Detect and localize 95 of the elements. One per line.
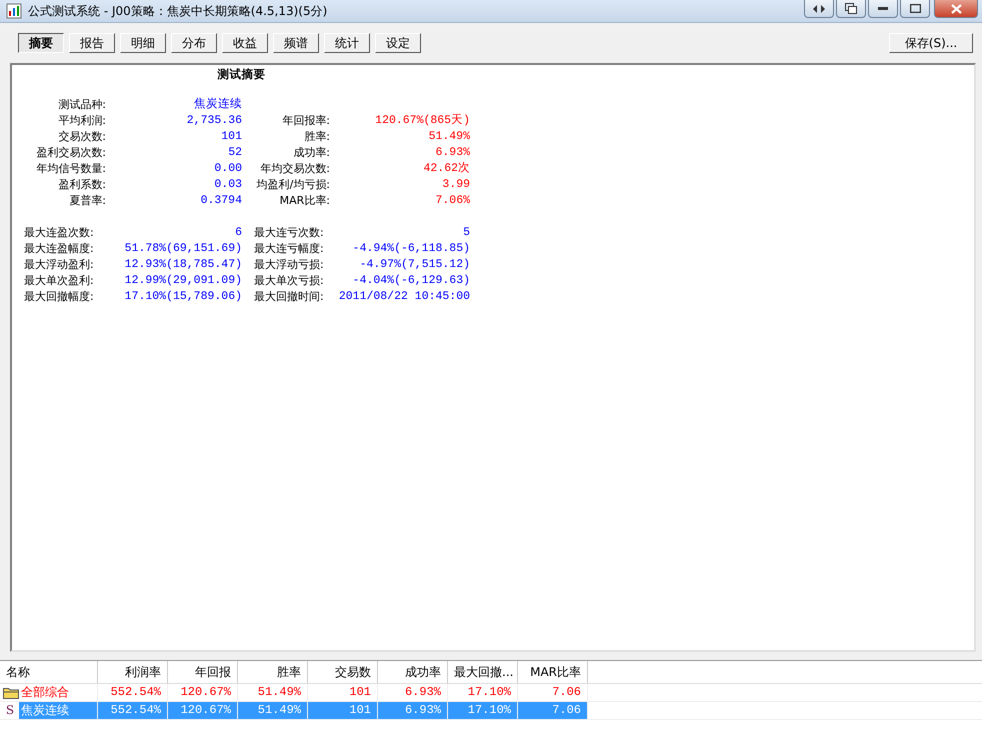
tab[interactable]: 报告 — [69, 33, 115, 53]
stat-value: 12.99%(29,091.09) — [124, 273, 242, 289]
maximize-button[interactable] — [900, 0, 930, 18]
column-header[interactable]: 最大回撤... — [448, 661, 518, 683]
stat-label: 年回报率: — [281, 113, 330, 129]
close-button[interactable] — [934, 0, 978, 18]
column-header[interactable]: 交易数 — [308, 661, 378, 683]
stat-label: MAR比率: — [278, 193, 330, 209]
stat-label: 最大浮动盈利: — [24, 257, 95, 273]
table-cell: 552.54% — [110, 685, 161, 699]
stat-value: 120.67%(865天) — [374, 113, 470, 129]
arrows-icon — [812, 4, 826, 14]
table-cell: 7.06 — [552, 703, 581, 717]
table-cell: 101 — [349, 703, 371, 717]
tab[interactable]: 频谱 — [273, 33, 319, 53]
stat-label: 交易次数: — [57, 129, 106, 145]
table-cell: 120.67% — [180, 685, 231, 699]
stat-value: 3.99 — [441, 177, 470, 193]
minimize-button[interactable] — [868, 0, 898, 18]
report-title: 测试摘要 — [216, 66, 266, 83]
column-header[interactable]: 胜率 — [238, 661, 308, 683]
tab[interactable]: 分布 — [171, 33, 217, 53]
stat-value: 0.03 — [213, 177, 242, 193]
tab[interactable]: 收益 — [222, 33, 268, 53]
stat-value: -4.94%(-6,118.85) — [352, 241, 470, 257]
table-cell: 101 — [349, 685, 371, 699]
table-cell: 17.10% — [468, 685, 511, 699]
tab[interactable]: 摘要 — [18, 33, 64, 53]
stat-label: 均盈利/均亏损: — [256, 177, 330, 193]
stat-label: 年均信号数量: — [35, 161, 106, 177]
stat-label: 最大连盈幅度: — [24, 241, 95, 257]
stat-label: 最大连亏次数: — [253, 225, 325, 241]
stat-label: 盈利交易次数: — [35, 145, 106, 161]
stat-label: 最大回撤幅度: — [24, 289, 95, 305]
stat-label: 最大浮动亏损: — [253, 257, 325, 273]
stat-label: 夏普率: — [68, 193, 106, 209]
table-cell: 120.67% — [180, 703, 231, 717]
column-header[interactable]: 名称 — [0, 661, 98, 683]
maximize-icon — [910, 4, 920, 13]
stat-value: 2,735.36 — [186, 113, 242, 129]
table-cell: 51.49% — [258, 685, 301, 699]
stat-value: 焦炭连续 — [193, 97, 242, 113]
stat-label: 年均交易次数: — [259, 161, 330, 177]
stat-value: 101 — [220, 129, 242, 145]
restore-layout-button[interactable] — [804, 0, 834, 18]
tab[interactable]: 明细 — [120, 33, 166, 53]
stat-label: 测试品种: — [57, 97, 106, 113]
stat-value: 51.49% — [428, 129, 470, 145]
stat-label: 最大回撤时间: — [253, 289, 325, 305]
table-cell: 17.10% — [468, 703, 511, 717]
table-cell: 51.49% — [258, 703, 301, 717]
tab[interactable]: 统计 — [324, 33, 370, 53]
close-icon — [950, 4, 962, 14]
stat-label: 盈利系数: — [57, 177, 106, 193]
minimize-icon — [878, 6, 888, 10]
stat-value: 17.10%(15,789.06) — [124, 289, 242, 305]
stat-value: 7.06% — [434, 193, 470, 209]
folder-icon — [3, 686, 19, 699]
window-title: 公式测试系统 - J00策略：焦炭中长期策略(4.5,13)(5分) — [28, 2, 328, 20]
stat-label: 平均利润: — [57, 113, 106, 129]
stat-label: 最大单次亏损: — [253, 273, 325, 289]
stat-value: 0.00 — [213, 161, 242, 177]
row-name: 焦炭连续 — [19, 702, 97, 719]
stat-label: 最大连亏幅度: — [253, 241, 325, 257]
stat-value: 51.78%(69,151.69) — [124, 241, 242, 257]
table-cell: 6.93% — [404, 703, 441, 717]
stat-value: 6 — [234, 225, 242, 241]
stat-label: 胜率: — [303, 129, 330, 145]
stat-value: 6.93% — [434, 145, 470, 161]
stat-value: 2011/08/22 10:45:00 — [338, 289, 470, 305]
stat-value: 42.62次 — [422, 161, 470, 177]
stat-value: 5 — [462, 225, 470, 241]
app-icon — [6, 3, 22, 19]
column-header[interactable]: 年回报 — [168, 661, 238, 683]
stat-label: 最大单次盈利: — [24, 273, 95, 289]
stat-value: 0.3794 — [200, 193, 242, 209]
stat-value: -4.04%(-6,129.63) — [352, 273, 470, 289]
column-header[interactable]: MAR比率 — [518, 661, 588, 683]
column-header[interactable]: 成功率 — [378, 661, 448, 683]
table-cell: 552.54% — [110, 703, 161, 717]
stat-value: 52 — [227, 145, 242, 161]
column-header[interactable]: 利润率 — [98, 661, 168, 683]
table-cell: 6.93% — [404, 685, 441, 699]
table-cell: 7.06 — [552, 685, 581, 699]
pages-icon — [845, 3, 857, 14]
save-button[interactable]: 保存(S)... — [889, 33, 973, 53]
stat-value: 12.93%(18,785.47) — [124, 257, 242, 273]
stat-value: -4.97%(7,515.12) — [358, 257, 470, 273]
row-name: 全部综合 — [21, 684, 69, 701]
result-row[interactable]: S 焦炭连续 552.54% 120.67% 51.49% 101 6.93% 17.10% 7.06 — [0, 702, 982, 720]
pages-button[interactable] — [836, 0, 866, 18]
symbol-marker: S — [4, 702, 16, 719]
stat-label: 最大连盈次数: — [24, 225, 95, 241]
tab[interactable]: 设定 — [375, 33, 421, 53]
stat-label: 成功率: — [292, 145, 330, 161]
